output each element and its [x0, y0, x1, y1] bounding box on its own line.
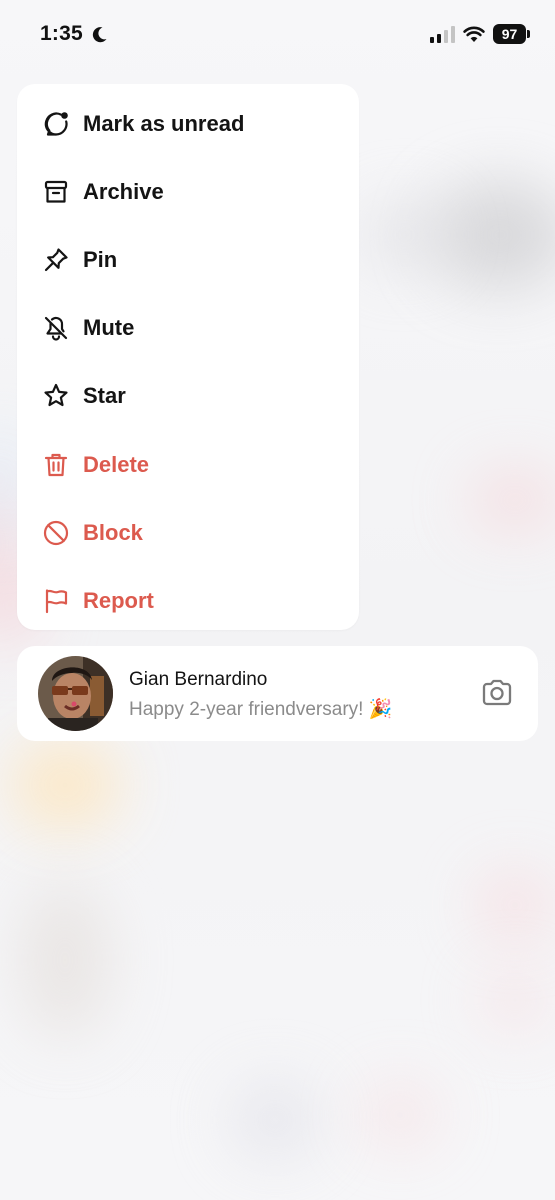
menu-item-star[interactable]: Star: [17, 362, 359, 430]
menu-item-report[interactable]: Report: [17, 567, 359, 635]
avatar[interactable]: [38, 656, 113, 731]
battery-tip: [527, 30, 530, 38]
chat-bubble-dot-icon: [41, 109, 71, 139]
battery-icon: 97: [493, 24, 526, 44]
menu-item-block[interactable]: Block: [17, 499, 359, 567]
trash-icon: [41, 450, 71, 480]
status-bar: 1:35 97: [0, 0, 555, 70]
menu-item-mark-as-unread[interactable]: Mark as unread: [17, 90, 359, 158]
menu-item-mute[interactable]: Mute: [17, 294, 359, 362]
menu-item-label: Block: [83, 520, 143, 545]
menu-item-archive[interactable]: Archive: [17, 158, 359, 226]
menu-item-label: Archive: [83, 179, 164, 204]
moon-icon: [90, 26, 108, 49]
archive-box-icon: [41, 177, 71, 207]
menu-item-label: Pin: [83, 247, 118, 272]
menu-item-label: Mute: [83, 315, 135, 340]
pin-icon: [41, 245, 71, 275]
chat-row[interactable]: Gian Bernardino Happy 2-year friendversa…: [17, 646, 538, 741]
cellular-signal-icon: [430, 26, 455, 43]
chat-message-preview: Happy 2-year friendversary! 🎉: [129, 699, 393, 720]
chat-name: Gian Bernardino: [129, 669, 268, 690]
menu-item-pin[interactable]: Pin: [17, 226, 359, 294]
menu-item-label: Delete: [83, 452, 150, 477]
camera-icon[interactable]: [481, 679, 513, 712]
menu-item-label: Report: [83, 588, 154, 613]
bell-slash-icon: [41, 313, 71, 343]
wifi-icon: [463, 25, 485, 48]
star-icon: [41, 381, 71, 411]
context-menu: Mark as unread Archive Pin Mute Star Del…: [17, 84, 359, 630]
menu-item-label: Mark as unread: [83, 111, 245, 136]
status-time: 1:35: [40, 22, 83, 45]
menu-item-delete[interactable]: Delete: [17, 431, 359, 499]
block-icon: [41, 518, 71, 548]
menu-item-label: Star: [83, 383, 126, 408]
flag-icon: [41, 586, 71, 616]
